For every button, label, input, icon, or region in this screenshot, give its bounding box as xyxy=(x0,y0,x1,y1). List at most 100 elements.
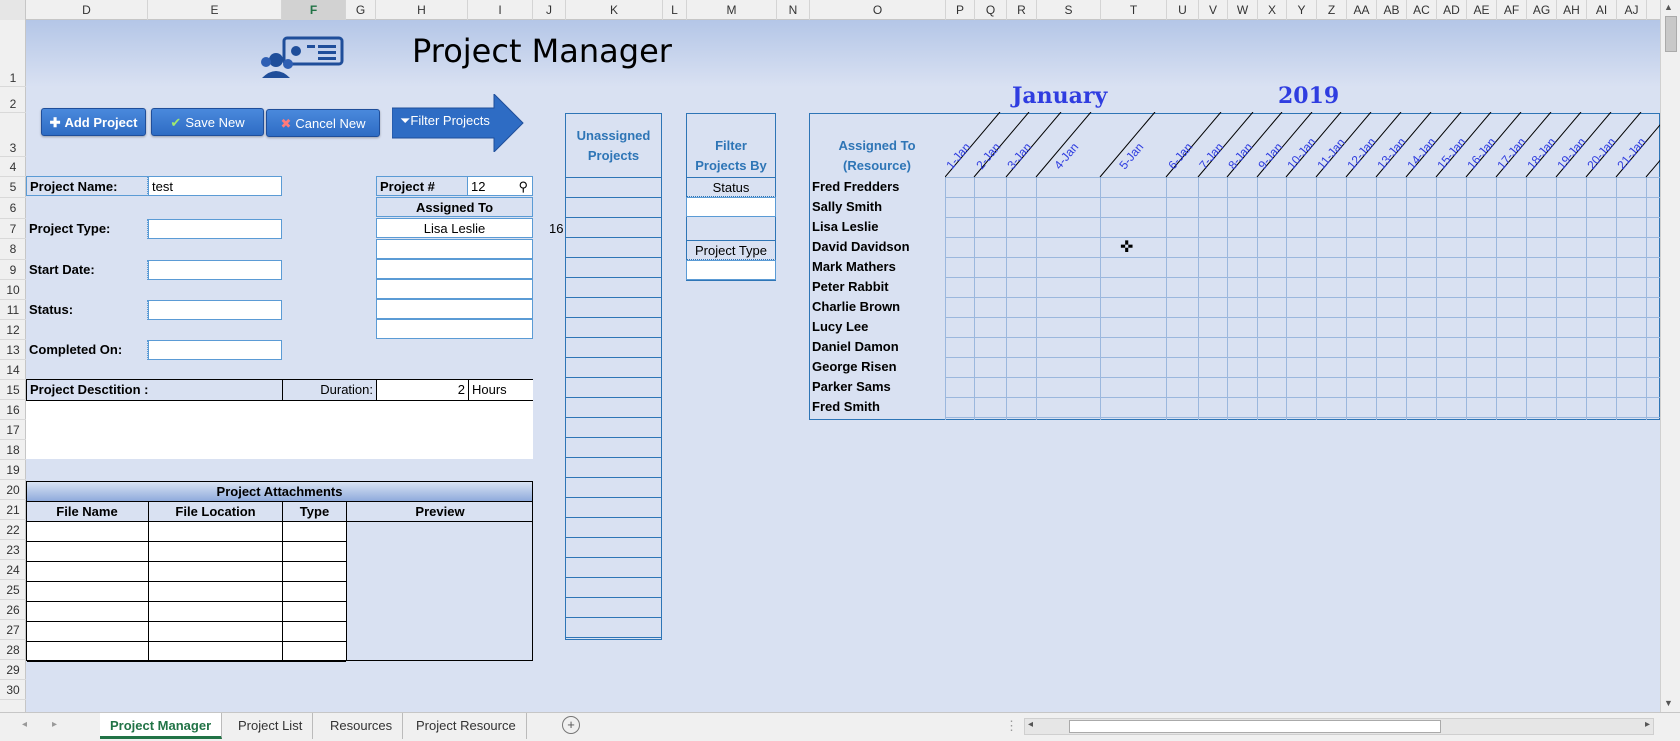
search-icon[interactable]: ⚲ xyxy=(518,177,528,195)
row-header[interactable]: 14 xyxy=(0,360,26,380)
row-header[interactable]: 16 xyxy=(0,400,26,420)
row-header[interactable]: 1 xyxy=(0,20,26,87)
add-project-button[interactable]: ✚ Add Project xyxy=(41,108,146,136)
column-header[interactable]: Z xyxy=(1317,0,1347,20)
row-header[interactable]: 28 xyxy=(0,640,26,660)
column-header[interactable]: F xyxy=(282,0,346,20)
project-type-input[interactable] xyxy=(148,219,282,239)
column-header[interactable]: G xyxy=(346,0,376,20)
filter-status-input[interactable] xyxy=(686,197,776,217)
project-name-input[interactable]: test xyxy=(148,176,282,196)
row-header[interactable]: 10 xyxy=(0,280,26,300)
row-header[interactable]: 29 xyxy=(0,660,26,680)
column-header[interactable]: Q xyxy=(975,0,1007,20)
column-header[interactable]: I xyxy=(468,0,533,20)
column-header[interactable]: O xyxy=(810,0,946,20)
tab-project-manager[interactable]: Project Manager xyxy=(100,713,223,739)
assigned-to-row-2[interactable] xyxy=(376,239,533,259)
row-header[interactable]: 19 xyxy=(0,460,26,480)
column-header[interactable]: U xyxy=(1167,0,1199,20)
column-header[interactable]: AI xyxy=(1587,0,1617,20)
column-header[interactable]: P xyxy=(946,0,975,20)
horizontal-scrollbar[interactable]: ◂ ▸ xyxy=(1024,718,1654,735)
row-header[interactable]: 12 xyxy=(0,320,26,340)
row-header[interactable]: 8 xyxy=(0,239,26,260)
select-all-corner[interactable] xyxy=(0,0,26,20)
tab-split-handle-icon[interactable]: ⋮ xyxy=(1005,718,1018,734)
row-header[interactable]: 9 xyxy=(0,260,26,280)
column-header[interactable]: S xyxy=(1037,0,1101,20)
row-header[interactable]: 22 xyxy=(0,520,26,540)
column-header[interactable]: AC xyxy=(1407,0,1437,20)
column-header[interactable]: AB xyxy=(1377,0,1407,20)
column-header[interactable]: AG xyxy=(1527,0,1557,20)
column-header[interactable]: L xyxy=(663,0,687,20)
save-new-button[interactable]: ✔ Save New xyxy=(151,108,264,136)
row-header[interactable]: 30 xyxy=(0,680,26,700)
row-header[interactable]: 20 xyxy=(0,480,26,500)
hscroll-thumb[interactable] xyxy=(1069,720,1441,733)
row-header[interactable]: 27 xyxy=(0,620,26,640)
status-input[interactable] xyxy=(148,300,282,320)
filter-project-type-input[interactable] xyxy=(686,260,776,280)
column-header[interactable]: X xyxy=(1258,0,1287,20)
column-header[interactable]: T xyxy=(1101,0,1167,20)
tab-resources[interactable]: Resources xyxy=(320,713,404,739)
assigned-to-row-1[interactable]: Lisa Leslie xyxy=(376,218,533,238)
attachments-table[interactable] xyxy=(26,521,347,662)
vertical-scrollbar[interactable]: ▲ ▼ xyxy=(1660,0,1680,712)
row-header[interactable]: 17 xyxy=(0,420,26,440)
start-date-input[interactable] xyxy=(148,260,282,280)
column-header[interactable]: AJ xyxy=(1617,0,1647,20)
column-header[interactable]: Y xyxy=(1287,0,1317,20)
add-sheet-icon[interactable]: + xyxy=(562,716,580,734)
row-header[interactable]: 11 xyxy=(0,300,26,320)
row-header[interactable]: 3 xyxy=(0,113,26,157)
column-header[interactable]: W xyxy=(1228,0,1258,20)
column-header[interactable]: N xyxy=(777,0,810,20)
row-header[interactable]: 25 xyxy=(0,580,26,600)
tab-project-list[interactable]: Project List xyxy=(228,713,314,739)
worksheet[interactable]: Project Manager ✚ Add Project ✔ Save New ✖… xyxy=(0,0,1680,741)
row-header[interactable]: 18 xyxy=(0,440,26,460)
column-header[interactable]: M xyxy=(687,0,777,20)
assigned-to-row-3[interactable] xyxy=(376,259,533,279)
assigned-to-row-6[interactable] xyxy=(376,319,533,339)
assigned-to-row-4[interactable] xyxy=(376,279,533,299)
column-headers[interactable]: D E F G H I J K L M N O P Q R S T U V W X Y Z AA AB AC AD AE AF AG AH A… xyxy=(0,0,1660,20)
tab-project-resource[interactable]: Project Resource xyxy=(406,713,527,739)
hscroll-left-icon[interactable]: ◂ xyxy=(1028,719,1033,730)
scroll-down-icon[interactable]: ▼ xyxy=(1664,698,1673,708)
row-header[interactable]: 4 xyxy=(0,157,26,177)
row-header[interactable]: 13 xyxy=(0,340,26,360)
column-header[interactable]: V xyxy=(1199,0,1228,20)
assigned-to-row-5[interactable] xyxy=(376,299,533,319)
project-number-input[interactable]: 12 ⚲ xyxy=(467,176,533,196)
row-header[interactable]: 2 xyxy=(0,87,26,113)
column-header[interactable]: AH xyxy=(1557,0,1587,20)
scroll-up-icon[interactable]: ▲ xyxy=(1664,2,1673,12)
column-header[interactable]: AA xyxy=(1347,0,1377,20)
row-header[interactable]: 23 xyxy=(0,540,26,560)
description-input[interactable] xyxy=(26,401,533,459)
scroll-thumb[interactable] xyxy=(1665,16,1677,52)
tab-scroll-right-icon[interactable]: ▸ xyxy=(52,719,57,730)
row-headers[interactable]: 1 2 3 4 5 6 7 8 9 10 11 12 13 14 15 16 17 18 19 20 21 22 23 24 2… xyxy=(0,20,26,712)
row-header[interactable]: 24 xyxy=(0,560,26,580)
column-header[interactable]: D xyxy=(26,0,148,20)
column-header[interactable]: E xyxy=(148,0,282,20)
completed-on-input[interactable] xyxy=(148,340,282,360)
column-header[interactable]: AE xyxy=(1467,0,1497,20)
row-header[interactable]: 21 xyxy=(0,500,26,520)
column-header[interactable]: K xyxy=(566,0,663,20)
row-header[interactable]: 15 xyxy=(0,380,26,400)
row-header[interactable]: 26 xyxy=(0,600,26,620)
tab-scroll-left-icon[interactable]: ◂ xyxy=(22,719,27,730)
duration-input[interactable]: 2 xyxy=(376,380,468,400)
row-header[interactable]: 7 xyxy=(0,219,26,239)
row-header[interactable]: 5 xyxy=(0,177,26,198)
column-header[interactable]: AD xyxy=(1437,0,1467,20)
column-header[interactable]: AF xyxy=(1497,0,1527,20)
hscroll-right-icon[interactable]: ▸ xyxy=(1645,719,1650,730)
column-header[interactable]: R xyxy=(1007,0,1037,20)
